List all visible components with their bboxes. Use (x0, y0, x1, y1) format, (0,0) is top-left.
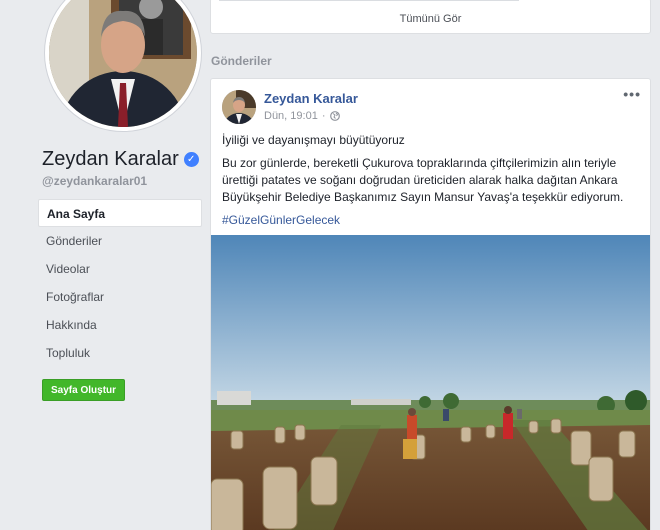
top-card-divider (219, 0, 519, 1)
page-name-text: Zeydan Karalar (42, 148, 179, 170)
left-column: Zeydan Karalar ✓ @zeydankaralar01 Ana Sa… (0, 0, 205, 530)
post-text-line: İyiliği ve dayanışmayı büyütüyoruz (222, 133, 405, 147)
posts-section-title: Gönderiler (211, 54, 272, 68)
post-text-paragraph: Bu zor günlerde, bereketli Çukurova topr… (222, 156, 624, 204)
profile-picture[interactable] (44, 0, 202, 132)
post-timestamp[interactable]: Dün, 19:01 (264, 110, 318, 122)
post-author-avatar[interactable] (222, 90, 256, 124)
top-card: Tümünü Gör (210, 0, 651, 34)
nav-item-about[interactable]: Hakkında (38, 311, 202, 339)
post-body: İyiliği ve dayanışmayı büyütüyoruz Bu zo… (222, 132, 647, 235)
see-all-link[interactable]: Tümünü Gör (211, 13, 650, 25)
nav-item-community[interactable]: Topluluk (38, 339, 202, 367)
page-username: @zeydankaralar01 (42, 174, 148, 188)
post-hashtag-link[interactable]: #GüzelGünlerGelecek (222, 212, 647, 229)
post-card: Zeydan Karalar Dün, 19:01 · ••• İyiliği … (210, 78, 651, 530)
post-more-options-icon[interactable]: ••• (623, 87, 641, 101)
create-page-button[interactable]: Sayfa Oluştur (42, 379, 126, 401)
nav-item-posts[interactable]: Gönderiler (38, 227, 202, 255)
post-photo[interactable] (211, 235, 650, 530)
globe-icon (329, 111, 340, 121)
page-nav: Ana Sayfa Gönderiler Videolar Fotoğrafla… (38, 199, 202, 367)
verified-badge-icon: ✓ (183, 152, 199, 167)
nav-item-home[interactable]: Ana Sayfa (38, 199, 202, 227)
nav-item-videos[interactable]: Videolar (38, 255, 202, 283)
profile-photo (49, 0, 197, 127)
post-author-name[interactable]: Zeydan Karalar (264, 91, 358, 106)
post-meta: Dün, 19:01 · (264, 110, 340, 122)
nav-item-photos[interactable]: Fotoğraflar (38, 283, 202, 311)
page-name[interactable]: Zeydan Karalar ✓ (42, 148, 199, 171)
